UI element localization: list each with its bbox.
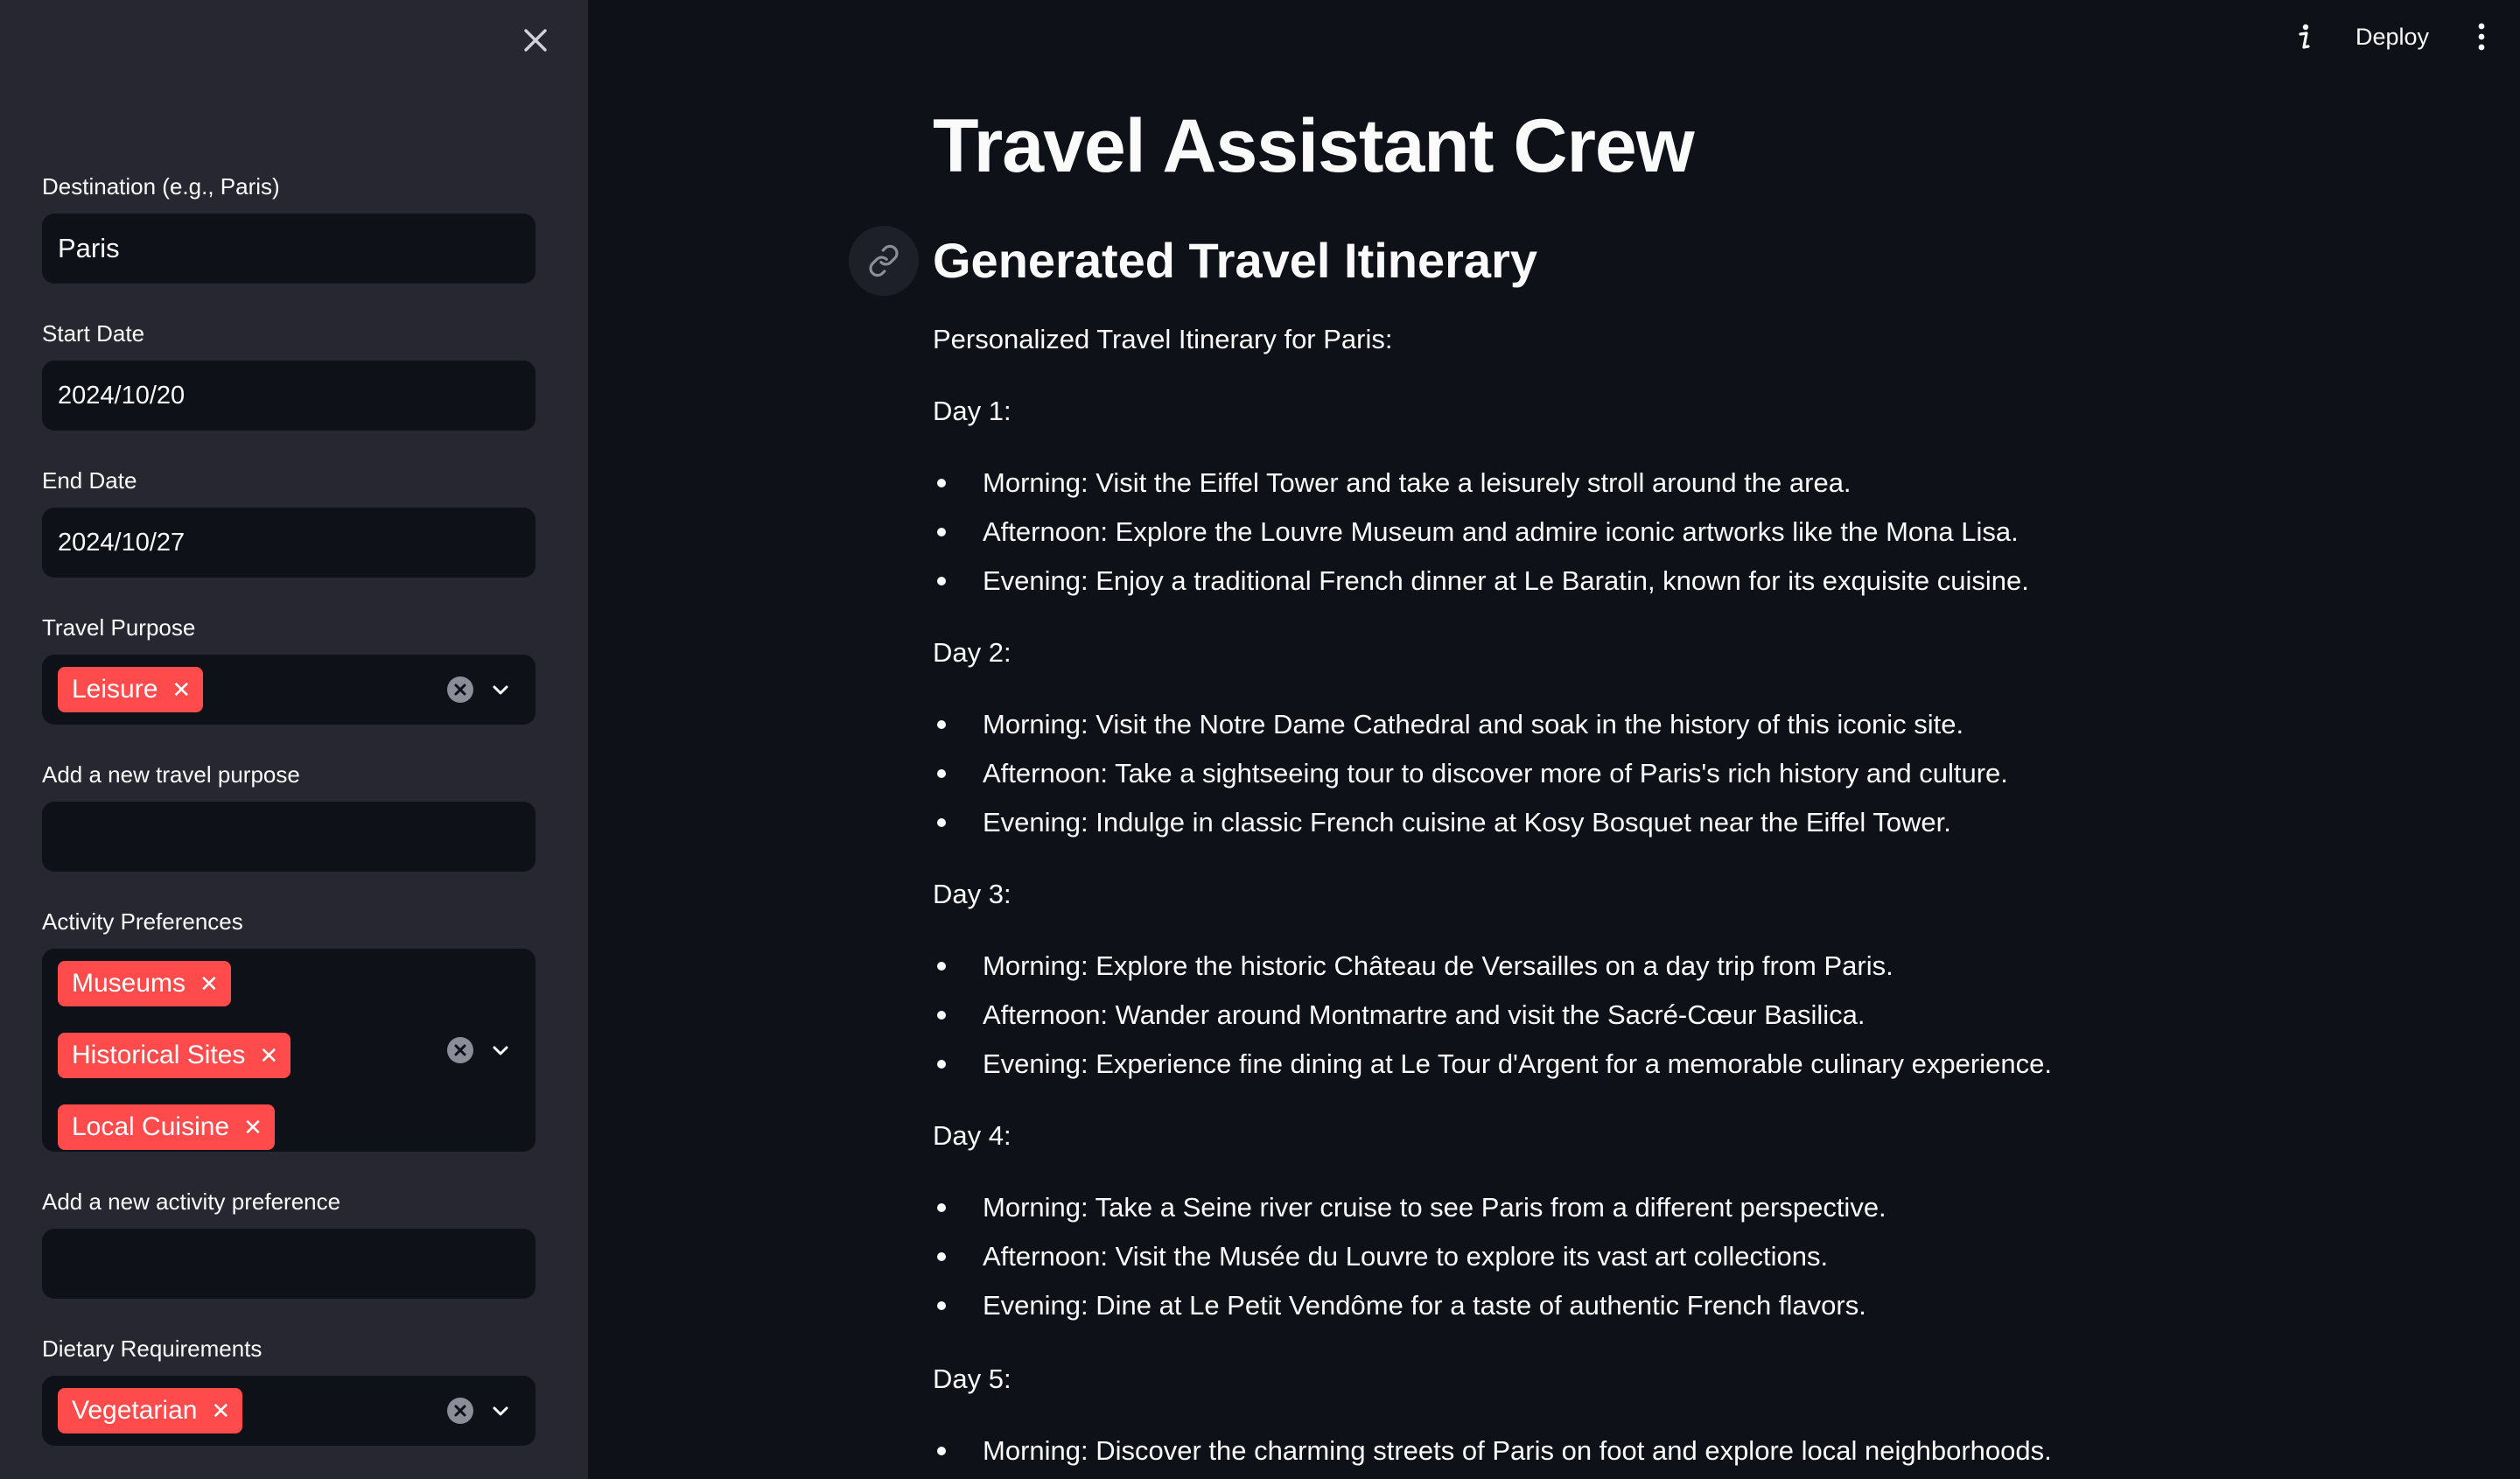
new-travel-purpose-label: Add a new travel purpose bbox=[42, 761, 300, 788]
close-sidebar-button[interactable] bbox=[518, 23, 553, 58]
chip-remove-icon[interactable]: ✕ bbox=[243, 1114, 262, 1141]
new-activity-preference-label: Add a new activity preference bbox=[42, 1188, 341, 1215]
chip-local-cuisine: Local Cuisine ✕ bbox=[58, 1104, 275, 1150]
anchor-link-button[interactable] bbox=[849, 226, 919, 296]
dietary-requirements-multiselect[interactable]: Vegetarian ✕ bbox=[42, 1376, 536, 1446]
chip-vegetarian: Vegetarian ✕ bbox=[58, 1388, 243, 1433]
list-item: Evening: Enjoy a traditional French dinn… bbox=[933, 564, 2029, 599]
list-item: Evening: Experience fine dining at Le To… bbox=[933, 1047, 2052, 1082]
list-item: Afternoon: Visit the Musée du Louvre to … bbox=[933, 1239, 1828, 1274]
chip-remove-icon[interactable]: ✕ bbox=[200, 971, 219, 998]
end-date-field: End Date 2024/10/27 bbox=[42, 466, 536, 578]
main-menu-button[interactable] bbox=[2471, 19, 2492, 54]
dietary-requirements-label: Dietary Requirements bbox=[42, 1335, 262, 1362]
chip-leisure: Leisure ✕ bbox=[58, 667, 204, 712]
travel-purpose-field: Travel Purpose Leisure ✕ bbox=[42, 613, 536, 725]
chip-label: Leisure bbox=[72, 675, 158, 704]
chip-historical-sites: Historical Sites ✕ bbox=[58, 1033, 291, 1078]
list-item: Afternoon: Take a sightseeing tour to di… bbox=[933, 756, 2008, 791]
chevron-down-icon[interactable] bbox=[490, 1400, 511, 1421]
destination-label: Destination (e.g., Paris) bbox=[42, 173, 280, 200]
close-icon bbox=[524, 29, 547, 52]
travel-purpose-multiselect[interactable]: Leisure ✕ bbox=[42, 655, 536, 725]
list-item: Evening: Indulge in classic French cuisi… bbox=[933, 805, 1951, 840]
list-item: Morning: Take a Seine river cruise to se… bbox=[933, 1190, 1886, 1225]
start-date-field: Start Date 2024/10/20 bbox=[42, 319, 536, 431]
more-vertical-icon bbox=[2478, 23, 2485, 51]
clear-icon[interactable] bbox=[446, 1397, 474, 1425]
dietary-requirements-field: Dietary Requirements Vegetarian ✕ bbox=[42, 1334, 536, 1446]
deploy-button[interactable]: Deploy bbox=[2345, 18, 2440, 56]
sidebar: Destination (e.g., Paris) Paris Start Da… bbox=[0, 0, 588, 1479]
new-travel-purpose-field: Add a new travel purpose bbox=[42, 760, 536, 872]
clear-icon[interactable] bbox=[446, 1036, 474, 1064]
activity-preferences-label: Activity Preferences bbox=[42, 908, 243, 935]
page-title: Travel Assistant Crew bbox=[933, 104, 1695, 188]
day-label: Day 4: bbox=[933, 1120, 1012, 1151]
chevron-down-icon[interactable] bbox=[490, 1040, 511, 1061]
chip-museums: Museums ✕ bbox=[58, 961, 231, 1006]
info-button[interactable] bbox=[2292, 19, 2317, 54]
chip-remove-icon[interactable]: ✕ bbox=[211, 1398, 230, 1425]
list-item: Afternoon: Explore the Louvre Museum and… bbox=[933, 515, 2019, 550]
chip-remove-icon[interactable]: ✕ bbox=[172, 676, 191, 704]
day-label: Day 2: bbox=[933, 637, 1012, 668]
activity-preferences-field: Activity Preferences Museums ✕ Historica… bbox=[42, 907, 536, 1152]
list-item: Evening: Dine at Le Petit Vendôme for a … bbox=[933, 1288, 1866, 1323]
travel-purpose-label: Travel Purpose bbox=[42, 614, 196, 641]
chip-label: Historical Sites bbox=[72, 1041, 246, 1069]
list-item: Morning: Discover the charming streets o… bbox=[933, 1433, 2052, 1468]
list-item: Morning: Visit the Notre Dame Cathedral … bbox=[933, 707, 1964, 742]
list-item: Morning: Explore the historic Château de… bbox=[933, 949, 1894, 984]
link-icon bbox=[869, 244, 899, 277]
intro-text: Personalized Travel Itinerary for Paris: bbox=[933, 324, 1393, 354]
chevron-down-icon[interactable] bbox=[490, 679, 511, 700]
clear-icon[interactable] bbox=[446, 676, 474, 704]
new-activity-preference-field: Add a new activity preference bbox=[42, 1187, 536, 1299]
list-item: Morning: Visit the Eiffel Tower and take… bbox=[933, 466, 1852, 501]
list-item: Afternoon: Wander around Montmartre and … bbox=[933, 998, 1866, 1033]
end-date-input[interactable]: 2024/10/27 bbox=[42, 508, 536, 578]
new-travel-purpose-input[interactable] bbox=[42, 802, 536, 872]
section-heading: Generated Travel Itinerary bbox=[933, 233, 1538, 288]
activity-preferences-multiselect[interactable]: Museums ✕ Historical Sites ✕ Local Cuisi… bbox=[42, 949, 536, 1152]
start-date-input[interactable]: 2024/10/20 bbox=[42, 361, 536, 431]
destination-input[interactable]: Paris bbox=[42, 214, 536, 284]
chip-label: Vegetarian bbox=[72, 1396, 198, 1425]
chip-remove-icon[interactable]: ✕ bbox=[259, 1042, 278, 1069]
day-label: Day 5: bbox=[933, 1363, 1012, 1394]
day-label: Day 3: bbox=[933, 879, 1012, 909]
destination-field: Destination (e.g., Paris) Paris bbox=[42, 172, 536, 284]
start-date-label: Start Date bbox=[42, 320, 145, 347]
info-icon bbox=[2299, 24, 2310, 49]
chip-label: Local Cuisine bbox=[72, 1112, 230, 1141]
end-date-label: End Date bbox=[42, 467, 137, 494]
chip-label: Museums bbox=[72, 969, 186, 998]
day-label: Day 1: bbox=[933, 396, 1012, 426]
new-activity-preference-input[interactable] bbox=[42, 1229, 536, 1299]
